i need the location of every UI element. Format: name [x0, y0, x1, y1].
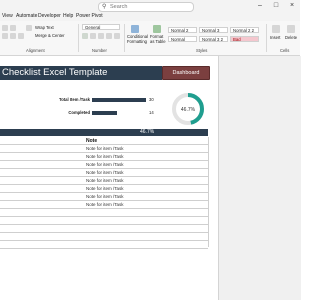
note-cell: Note for item /Task	[86, 186, 124, 191]
decrease-decimal-icon[interactable]	[114, 33, 120, 39]
completion-donut: 46.7%	[170, 91, 206, 127]
comma-icon[interactable]	[98, 33, 104, 39]
search-box[interactable]: ⚲ Search	[98, 2, 194, 12]
style-normal-3-2[interactable]: Normal 3 2	[199, 36, 228, 42]
note-cell: Note for item /Task	[86, 154, 124, 159]
note-cell: Note for item /Task	[86, 178, 124, 183]
total-items-bar	[92, 98, 146, 102]
worksheet[interactable]: Checklist Excel Template Dashboard Total…	[0, 56, 301, 300]
style-normal-2[interactable]: Normal 2	[168, 27, 197, 33]
style-normal-3[interactable]: Normal 3	[199, 27, 228, 33]
menu-developer[interactable]: Developer	[38, 12, 61, 21]
format-as-table-button[interactable]: Format as Table	[150, 34, 166, 44]
minimize-button[interactable]: –	[256, 1, 264, 10]
percent-icon[interactable]	[90, 33, 96, 39]
completed-bar-fill	[92, 111, 118, 115]
number-format-select[interactable]: General	[82, 24, 120, 30]
total-items-value: 30	[149, 97, 154, 102]
dashboard-button[interactable]: Dashboard	[162, 66, 210, 80]
total-items-bar-fill	[92, 98, 146, 102]
ribbon-divider	[124, 24, 125, 52]
ribbon-divider	[266, 24, 267, 52]
ribbon: Wrap Text Merge & Center Alignment Gener…	[0, 21, 300, 56]
table-row[interactable]	[0, 225, 208, 233]
style-bad[interactable]: Bad	[230, 36, 259, 42]
ribbon-divider	[78, 24, 79, 52]
total-items-label: Total Item /Task	[58, 97, 90, 102]
insert-button[interactable]: Insert	[270, 35, 280, 40]
table-row[interactable]: Note for item /Task	[0, 193, 208, 201]
notes-header-label: Note	[86, 138, 98, 144]
table-row[interactable]	[0, 209, 208, 217]
sheet-title-banner: Checklist Excel Template	[0, 66, 162, 80]
conditional-formatting-icon[interactable]	[131, 25, 139, 33]
table-row[interactable]: Note for item /Task	[0, 185, 208, 193]
table-row[interactable]	[0, 233, 208, 241]
increase-decimal-icon[interactable]	[106, 33, 112, 39]
completed-label: Completed	[68, 110, 90, 115]
notes-header-row: Note	[0, 137, 208, 145]
progress-band: 46.7%	[0, 129, 208, 136]
search-placeholder: Search	[110, 4, 128, 10]
menu-automate[interactable]: Automate	[16, 12, 37, 21]
note-cell: Note for item /Task	[86, 170, 124, 175]
table-row[interactable]: Note for item /Task	[0, 145, 208, 153]
delete-icon[interactable]	[287, 25, 295, 33]
menu-view[interactable]: View	[2, 12, 13, 21]
table-row[interactable]: Note for item /Task	[0, 153, 208, 161]
delete-button[interactable]: Delete	[285, 35, 297, 40]
donut-percent-text: 46.7%	[181, 107, 196, 113]
table-row[interactable]	[0, 241, 208, 249]
menu-help[interactable]: Help	[63, 12, 73, 21]
table-row[interactable]: Note for item /Task	[0, 169, 208, 177]
insert-icon[interactable]	[272, 25, 280, 33]
title-bar: ⚲ Search – □ ×	[0, 0, 300, 12]
maximize-button[interactable]: □	[272, 1, 280, 10]
merge-center-button[interactable]: Merge & Center	[35, 33, 65, 38]
search-icon: ⚲	[102, 4, 107, 10]
note-cell: Note for item /Task	[86, 146, 124, 151]
close-button[interactable]: ×	[288, 1, 296, 10]
completed-bar	[92, 111, 146, 115]
align-center-icon[interactable]	[10, 33, 16, 39]
align-left-icon[interactable]	[2, 33, 8, 39]
completed-value: 14	[149, 110, 154, 115]
group-styles-label: Styles	[196, 48, 208, 53]
orientation-icon[interactable]	[26, 25, 32, 31]
grid-line	[208, 137, 209, 247]
format-as-table-icon[interactable]	[153, 25, 161, 33]
align-middle-icon[interactable]	[10, 25, 16, 31]
note-cell: Note for item /Task	[86, 202, 124, 207]
style-normal-2-2[interactable]: Normal 2 2	[230, 27, 259, 33]
conditional-formatting-button[interactable]: Conditional Formatting	[127, 34, 149, 44]
table-row[interactable]	[0, 217, 208, 225]
empty-side-area	[218, 56, 301, 300]
note-cell: Note for item /Task	[86, 162, 124, 167]
note-cell: Note for item /Task	[86, 194, 124, 199]
currency-icon[interactable]	[82, 33, 88, 39]
group-number-label: Number	[92, 48, 107, 53]
menu-power-pivot[interactable]: Power Pivot	[76, 12, 103, 21]
table-row[interactable]: Note for item /Task	[0, 177, 208, 185]
align-top-icon[interactable]	[2, 25, 8, 31]
style-normal[interactable]: Normal	[168, 36, 197, 42]
progress-band-text: 46.7%	[140, 129, 155, 135]
wrap-text-button[interactable]: Wrap Text	[35, 25, 54, 30]
group-alignment-label: Alignment	[26, 48, 45, 53]
align-right-icon[interactable]	[18, 33, 24, 39]
table-row[interactable]: Note for item /Task	[0, 201, 208, 209]
group-cells-label: Cells	[280, 48, 290, 53]
table-row[interactable]: Note for item /Task	[0, 161, 208, 169]
menu-bar: View Automate Developer Help Power Pivot	[0, 12, 300, 21]
